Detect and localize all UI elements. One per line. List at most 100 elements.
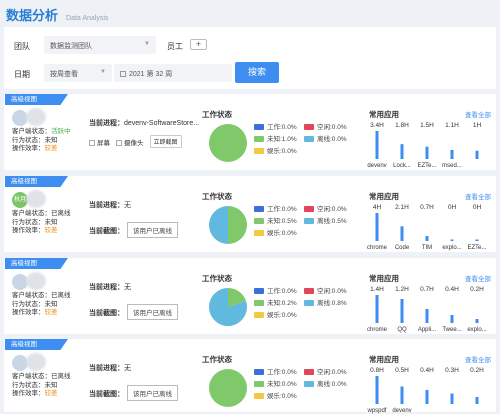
week-value: 2021 第 32 周 xyxy=(129,71,173,78)
bar-value-label: 1.1H xyxy=(445,122,459,129)
camera-checkbox[interactable]: 摄像头 xyxy=(116,137,144,147)
employee-name-blurred xyxy=(26,108,46,126)
app-bar xyxy=(400,144,404,159)
app-bar xyxy=(475,397,479,404)
behavior-status-label: 行为状态： xyxy=(12,381,45,389)
app-bar xyxy=(450,239,454,241)
offline-notice-button[interactable]: 该用户已离线 xyxy=(127,222,178,238)
search-button[interactable]: 搜索 xyxy=(235,62,279,83)
behavior-status-value: 未知 xyxy=(44,300,58,308)
team-select[interactable]: 数据监测团队 ▼ xyxy=(44,36,156,54)
common-apps-chart: 3.4H devenv 1.8H Lock... 1.5H EZTe... 1.1H msed… xyxy=(367,122,481,169)
advanced-view-badge[interactable]: 高级视图 xyxy=(5,94,68,105)
app-bar xyxy=(475,239,479,241)
page-subtitle: Data Analysis xyxy=(66,15,109,22)
legend-entertain: 娱乐:0.0% xyxy=(254,145,297,155)
efficiency-value: 较差 xyxy=(44,227,58,234)
common-apps-title: 常用应用 xyxy=(369,110,399,119)
work-status-pie xyxy=(209,288,247,326)
client-status-value: 已离线 xyxy=(51,210,71,217)
app-bar xyxy=(400,386,404,404)
common-apps-chart: 0.8H wpspdf 0.5H devenv 0.4H 0.3H 0.2H xyxy=(367,367,484,414)
current-screenshot-label: 当前截图： xyxy=(89,310,124,317)
efficiency-label: 操作效率： xyxy=(12,227,45,234)
current-screenshot-label: 当前截图： xyxy=(89,228,124,235)
current-process-value: 无 xyxy=(124,365,131,372)
work-status-pie xyxy=(209,369,247,407)
employee-meta: 客户端状态：活跃中 行为状态：未知 操作效率：较差 xyxy=(12,128,71,154)
offline-notice-button[interactable]: 该用户已离线 xyxy=(127,304,178,320)
current-process-label: 当前进程： xyxy=(89,202,124,209)
client-status-label: 客户端状态： xyxy=(12,292,51,299)
app-name-label: EZTe... xyxy=(467,245,486,251)
bar-value-label: 0.4H xyxy=(420,367,434,374)
app-name-label: explo... xyxy=(467,327,487,333)
filter-panel: 团队 数据监测团队 ▼ 员工 + 日期 按周查看 ▼ 2021 第 32 周 搜… xyxy=(4,27,496,89)
client-status-label: 客户端状态： xyxy=(12,373,51,380)
client-status-label: 客户端状态： xyxy=(12,210,51,217)
screen-checkbox[interactable]: 屏幕 xyxy=(89,137,110,147)
week-picker[interactable]: 2021 第 32 周 xyxy=(114,64,232,82)
behavior-status-value: 未知 xyxy=(44,136,58,144)
app-bar xyxy=(475,150,479,159)
app-name-label: wpspdf xyxy=(367,408,387,414)
app-name-label: QQ xyxy=(397,327,407,333)
client-status-value: 已离线 xyxy=(51,292,71,299)
client-status-label: 客户端状态： xyxy=(12,128,51,135)
employee-card: 高级视图 客户端状态：活跃中 行为状态：未知 操作效率：较差 当前进程：deve… xyxy=(4,94,496,170)
common-apps-title: 常用应用 xyxy=(369,274,399,283)
add-member-button[interactable]: + xyxy=(190,39,207,50)
app-name-label: Lock... xyxy=(393,163,411,169)
date-mode-select[interactable]: 按周查看 ▼ xyxy=(44,64,112,82)
current-process-label: 当前进程： xyxy=(89,284,124,291)
legend-entertain: 娱乐:0.0% xyxy=(254,309,297,319)
pie-slice-offline xyxy=(209,206,228,244)
employee-meta: 客户端状态：已离线 行为状态：未知 操作效率：较差 xyxy=(12,210,71,236)
app-bar xyxy=(375,131,379,159)
current-process-label: 当前进程： xyxy=(89,365,124,372)
work-status-pie xyxy=(209,124,247,162)
app-bar xyxy=(400,226,404,241)
current-process: 当前进程：无 xyxy=(89,282,131,292)
legend-entertain: 娱乐:0.0% xyxy=(254,390,297,400)
offline-notice-button[interactable]: 该用户已离线 xyxy=(127,385,178,401)
team-label: 团队 xyxy=(14,42,30,51)
work-status-pie xyxy=(209,206,247,244)
instant-capture-button[interactable]: 立即截图 xyxy=(149,135,182,148)
app-name-label: Code xyxy=(395,245,410,251)
employee-meta: 客户端状态：已离线 行为状态：未知 操作效率：较差 xyxy=(12,292,71,318)
current-screenshot: 当前截图： 该用户已离线 xyxy=(89,304,178,320)
efficiency-label: 操作效率： xyxy=(12,145,45,152)
employee-card: 高级视图 秋月 客户端状态：已离线 行为状态：未知 操作效率：较差 当前进程：无… xyxy=(4,176,496,252)
view-all-link[interactable]: 查看全部 xyxy=(465,109,491,119)
bar-value-label: 3.4H xyxy=(370,122,384,129)
legend-idle: 空闲:0.0% xyxy=(304,285,347,295)
advanced-view-badge[interactable]: 高级视图 xyxy=(5,176,68,187)
legend-offline: 离线:0.0% xyxy=(304,133,347,143)
current-process-value: 无 xyxy=(124,202,131,209)
efficiency-label: 操作效率： xyxy=(12,309,45,316)
app-name-label: chrome xyxy=(367,327,388,333)
advanced-view-badge[interactable]: 高级视图 xyxy=(5,339,68,350)
app-name-label: devenv xyxy=(367,163,386,169)
bar-value-label: 1.5H xyxy=(420,122,434,129)
bar-value-label: 0.5H xyxy=(395,367,409,374)
legend-offline: 离线:0.5% xyxy=(304,215,347,225)
efficiency-label: 操作效率： xyxy=(12,390,45,397)
app-bar xyxy=(425,236,429,241)
view-all-link[interactable]: 查看全部 xyxy=(465,354,491,364)
legend-work: 工作:0.0% xyxy=(254,285,297,295)
work-status-title: 工作状态 xyxy=(202,192,232,201)
view-all-link[interactable]: 查看全部 xyxy=(465,273,491,283)
bar-value-label: 0.7H xyxy=(420,204,434,211)
employee-name-blurred xyxy=(26,272,46,290)
view-all-link[interactable]: 查看全部 xyxy=(465,191,491,201)
legend-work: 工作:0.0% xyxy=(254,366,297,376)
advanced-view-badge[interactable]: 高级视图 xyxy=(5,258,68,269)
legend-work: 工作:0.0% xyxy=(254,203,297,213)
legend-idle: 空闲:0.0% xyxy=(304,121,347,131)
legend-offline: 离线:0.0% xyxy=(304,378,347,388)
app-bar xyxy=(425,146,429,159)
employee-name-blurred xyxy=(26,353,46,371)
work-status-title: 工作状态 xyxy=(202,110,232,119)
